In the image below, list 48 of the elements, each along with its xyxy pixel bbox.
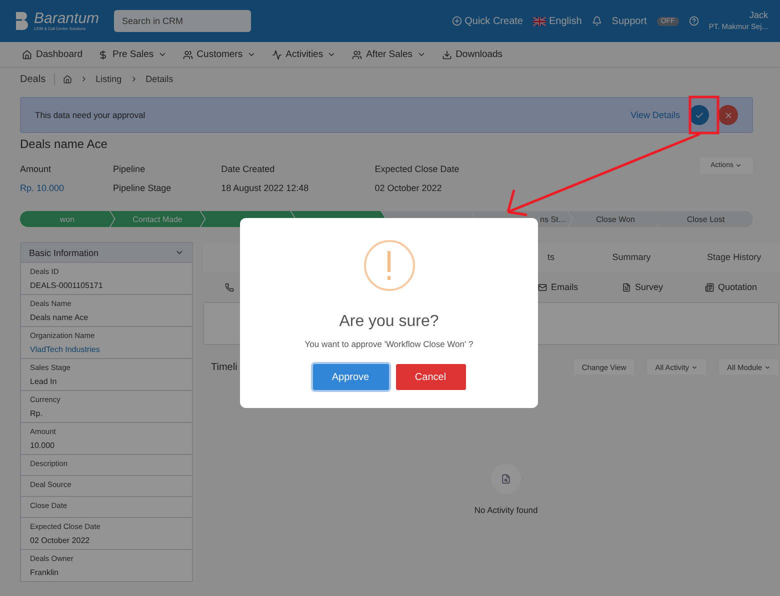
dialog-message: You want to approve 'Workflow Close Won' ? [304,339,474,349]
tab[interactable]: Summary [574,252,690,262]
nav-item[interactable]: Downloads [442,49,503,60]
field-value: Deals name Ace [30,313,90,322]
approval-message: This data need your approval [35,110,146,120]
field-value: 02 October 2022 [30,536,91,545]
support-label: Support [612,16,647,26]
approve-button[interactable]: Approve [312,364,388,390]
info-label: Expected Close Date [374,164,460,174]
section-title: Basic Information [29,248,99,258]
dialog-title: Are you sure? [339,313,439,331]
breadcrumb-link[interactable]: Listing [96,74,122,84]
field-value: VladTech Industries [30,345,101,354]
section-header[interactable]: Basic Information [21,243,192,262]
user-name: Jack [749,10,768,21]
logo-name: Barantum [34,11,100,26]
info-label: Amount [20,164,52,174]
info-value: 02 October 2022 [374,183,443,193]
info-label: Pipeline [113,164,146,174]
info-value: Rp. 10.000 [20,183,64,193]
quick-create-button[interactable]: Quick Create [452,16,523,26]
language-selector[interactable]: English [532,16,582,26]
info-value: 18 August 2022 12:48 [221,183,309,193]
page-title: Deals [20,74,55,84]
activity-type[interactable]: Emails [538,282,578,292]
info-label: Date Created [221,164,276,174]
deal-title: Deals name Ace [20,137,108,151]
tab[interactable]: Stage History [689,252,780,262]
nav-item[interactable]: Pre Sales [98,49,167,60]
nav-item[interactable]: After Sales [352,49,426,60]
nav-item[interactable]: Activities [272,49,336,60]
nav-item[interactable]: Customers [182,49,256,60]
activity-type[interactable]: Survey [622,282,664,292]
field-value: Rp. [30,409,44,418]
field-value: DEALS-0001105171 [30,281,104,290]
cancel-button[interactable]: Cancel [396,364,466,390]
field-value: 10.000 [30,441,56,450]
info-value: Pipeline Stage [113,183,172,193]
activity-type[interactable]: Quotation [705,282,758,292]
nav-item[interactable]: Dashboard [22,49,82,60]
view-details-link[interactable]: View Details [630,110,680,120]
breadcrumb-link[interactable]: Details [146,74,174,84]
search-field[interactable]: Search in CRM [114,10,251,32]
empty-message: No Activity found [474,505,538,515]
timeline-title: Timeli [211,362,238,372]
field-value: Franklin [30,568,60,577]
field-value: Lead In [30,377,58,386]
pipeline-stage[interactable]: Close Lost [658,211,753,227]
